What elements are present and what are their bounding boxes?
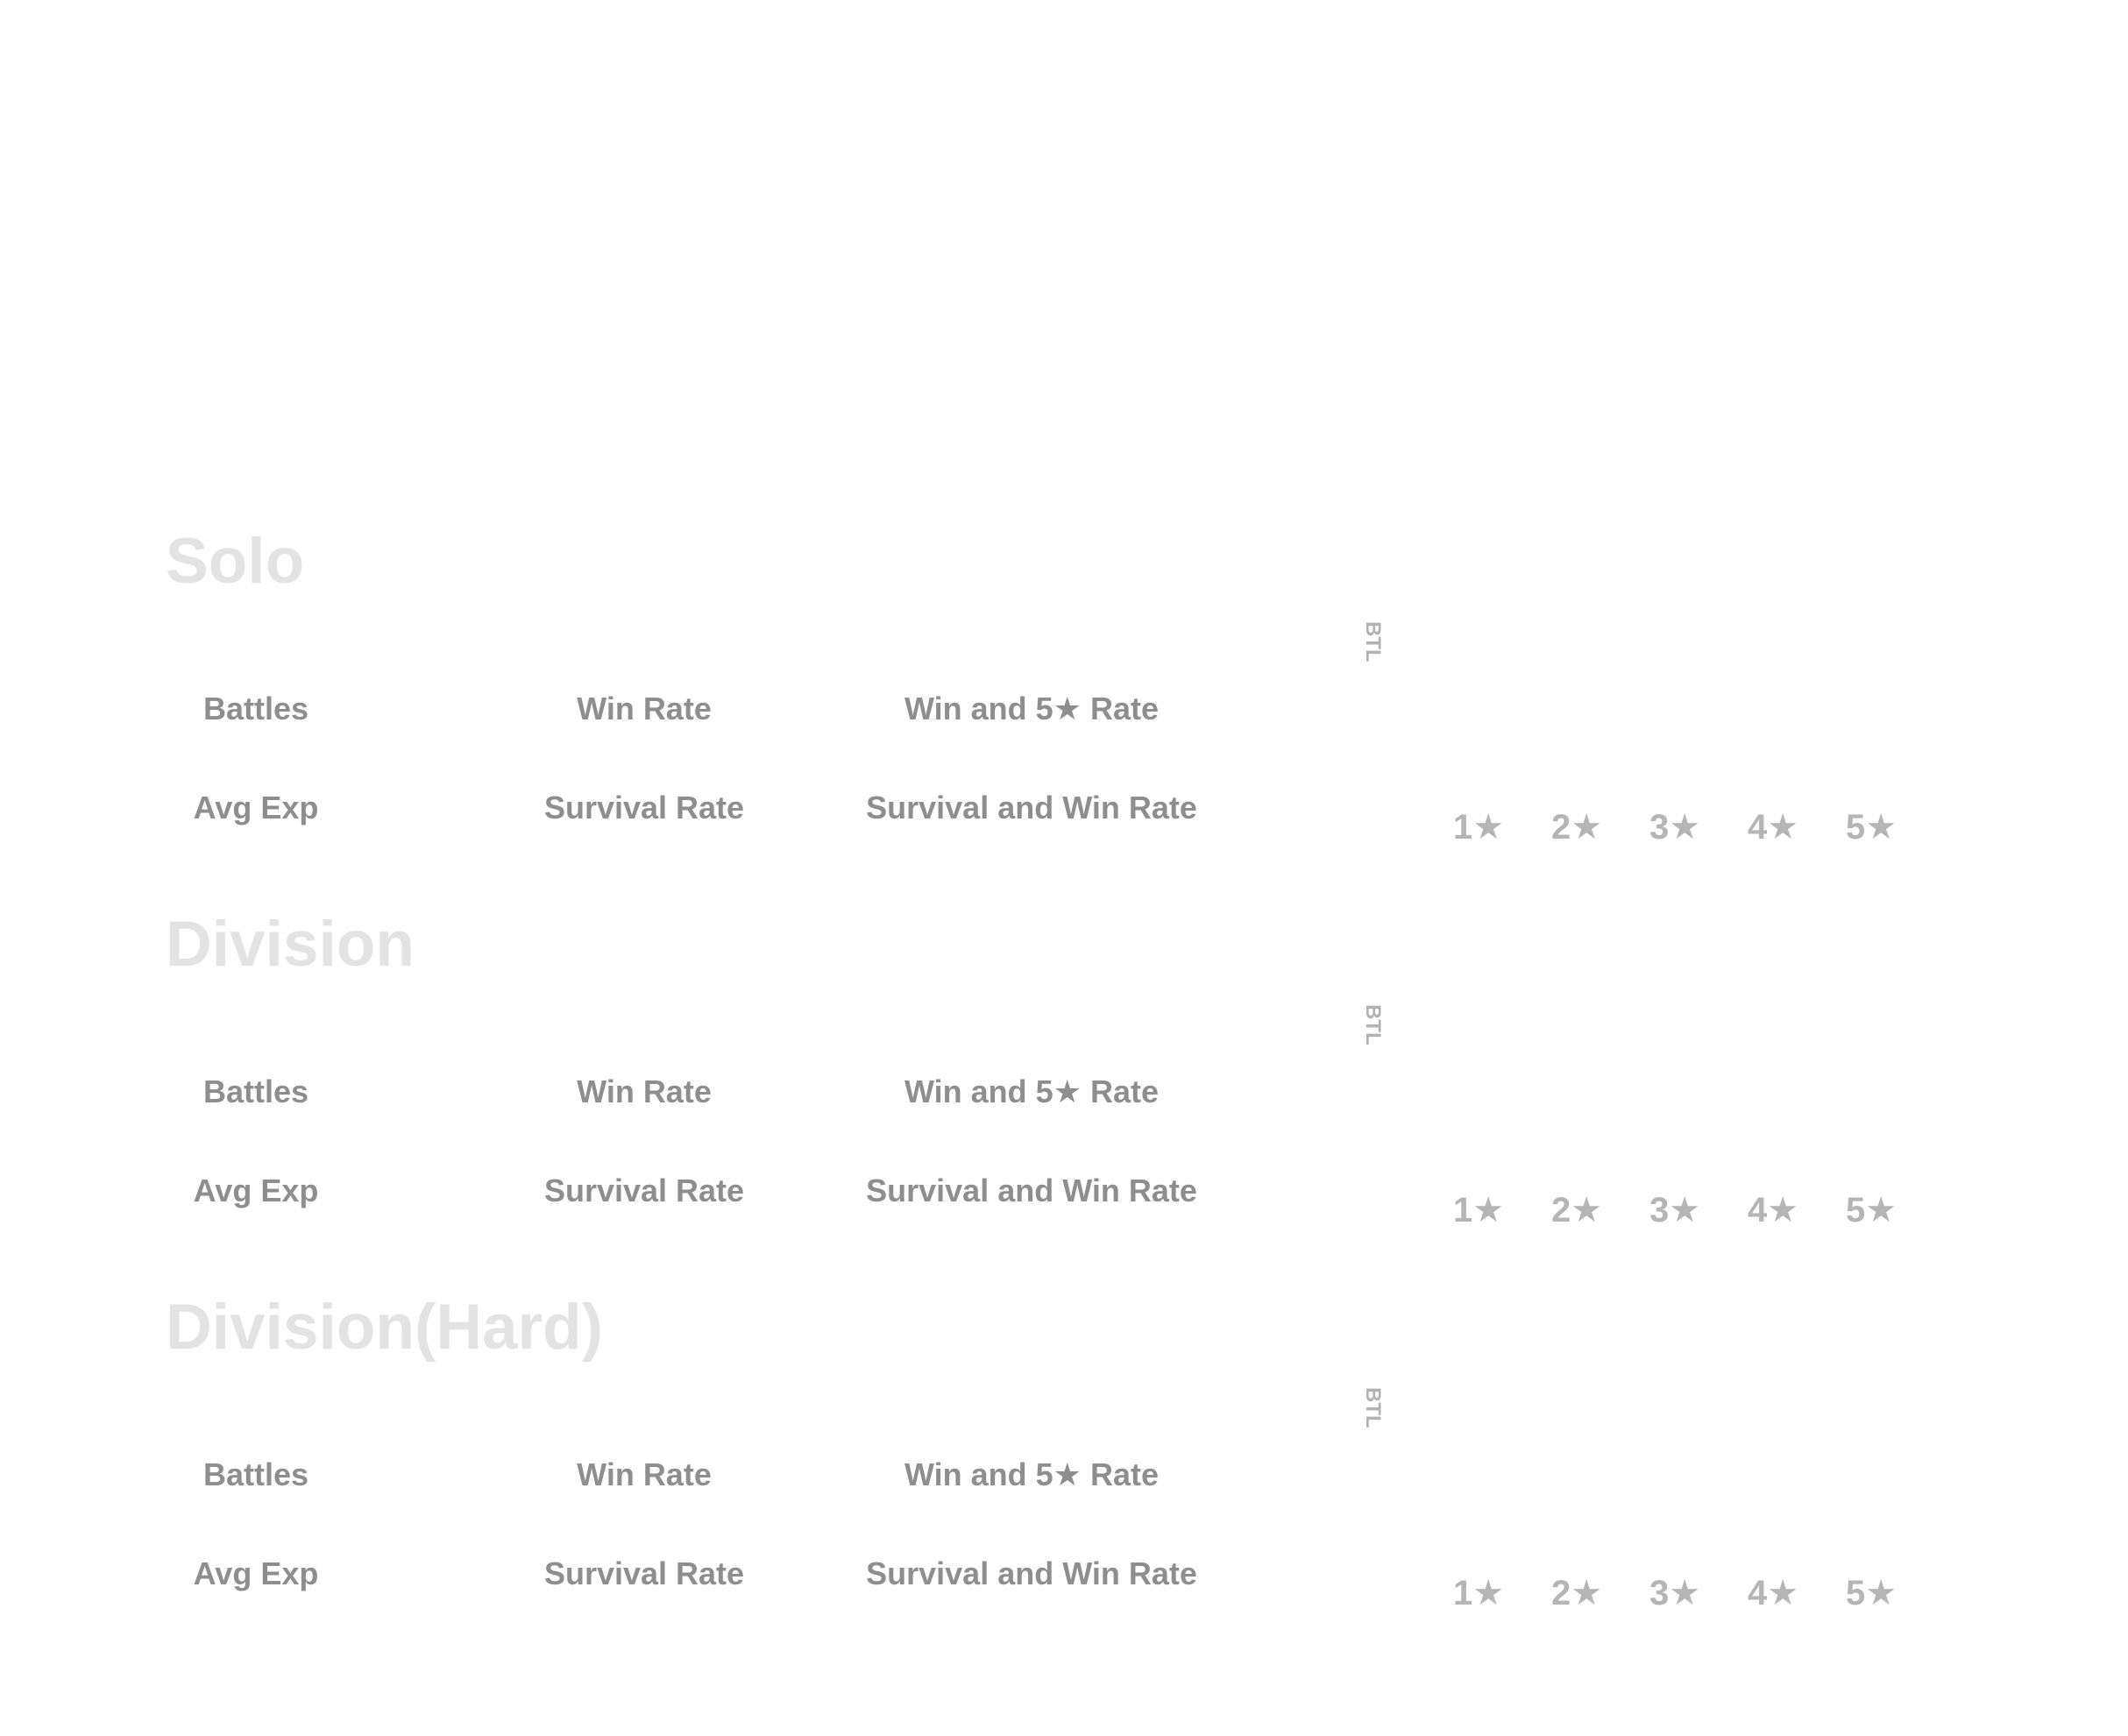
- star-3-label: 3★: [1649, 1191, 1701, 1229]
- star-distribution-labels: 1★ 2★ 3★ 4★ 5★: [0, 1193, 2128, 1236]
- section-title: Solo: [166, 526, 305, 597]
- win-5star-rate-label: Win and 5★ Rate: [904, 691, 1159, 726]
- star-1-label: 1★: [1452, 1191, 1505, 1229]
- win-rate-label: Win Rate: [577, 691, 712, 726]
- star-3-label: 3★: [1649, 808, 1701, 847]
- star-4-label: 4★: [1747, 1574, 1799, 1612]
- star-3-label: 3★: [1649, 1574, 1701, 1612]
- star-2-label: 2★: [1550, 808, 1603, 847]
- win-5star-rate-label: Win and 5★ Rate: [904, 1073, 1159, 1109]
- win-5star-rate-label: Win and 5★ Rate: [904, 1456, 1159, 1492]
- star-5-label: 5★: [1845, 808, 1897, 847]
- battles-label: Battles: [202, 1073, 309, 1109]
- star-distribution-labels: 1★ 2★ 3★ 4★ 5★: [0, 810, 2128, 854]
- star-2-label: 2★: [1550, 1574, 1603, 1612]
- win-rate-label: Win Rate: [577, 1456, 712, 1492]
- section-title: Division: [166, 909, 415, 980]
- star-1-label: 1★: [1452, 808, 1505, 847]
- battles-label: Battles: [202, 691, 309, 726]
- star-1-label: 1★: [1452, 1574, 1505, 1612]
- star-4-label: 4★: [1747, 808, 1799, 847]
- star-2-label: 2★: [1550, 1191, 1603, 1229]
- btl-axis-label: BTL: [1361, 1387, 1385, 1428]
- star-5-label: 5★: [1845, 1191, 1897, 1229]
- star-4-label: 4★: [1747, 1191, 1799, 1229]
- btl-axis-label: BTL: [1361, 1004, 1385, 1045]
- btl-axis-label: BTL: [1361, 621, 1385, 663]
- battles-label: Battles: [202, 1456, 309, 1492]
- section-solo: Solo Battles Win Rate Win and 5★ Rate Av…: [0, 529, 2128, 912]
- section-division: Division Battles Win Rate Win and 5★ Rat…: [0, 912, 2128, 1295]
- star-5-label: 5★: [1845, 1574, 1897, 1612]
- section-division-hard: Division(Hard) Battles Win Rate Win and …: [0, 1295, 2128, 1678]
- win-rate-label: Win Rate: [577, 1073, 712, 1109]
- section-title: Division(Hard): [166, 1292, 603, 1363]
- star-distribution-labels: 1★ 2★ 3★ 4★ 5★: [0, 1576, 2128, 1619]
